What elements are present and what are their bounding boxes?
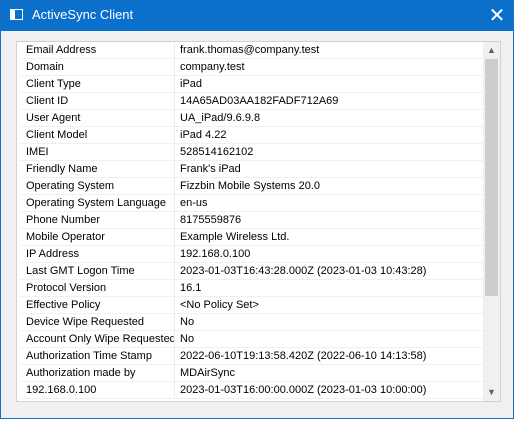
property-value: Frank's iPad [180,163,241,175]
property-row[interactable]: Email Address frank.thomas@company.test [20,42,485,59]
property-value: 2023-01-03T16:43:28.000Z (2023-01-03 10:… [180,265,427,277]
property-name: Protocol Version [26,282,107,294]
column-divider [174,178,175,194]
property-value: en-us [180,197,208,209]
property-value: 16.1 [180,282,202,294]
column-divider [174,59,175,75]
column-divider [174,263,175,279]
column-divider [174,212,175,228]
column-divider [174,195,175,211]
column-divider [174,144,175,160]
property-value: 528514162102 [180,146,254,158]
property-name: Client Model [26,129,88,141]
property-row[interactable]: Client Type iPad [20,76,485,93]
property-value: iPad 4.22 [180,129,227,141]
property-name: Friendly Name [26,163,98,175]
property-row[interactable]: Operating System Fizzbin Mobile Systems 2… [20,178,485,195]
column-divider [174,365,175,381]
property-row[interactable]: User Agent UA_iPad/9.6.9.8 [20,110,485,127]
column-divider [174,314,175,330]
property-name: Authorization Time Stamp [26,350,152,362]
property-name: Phone Number [26,214,100,226]
property-row[interactable]: Authorization made by MDAirSync [20,365,485,382]
property-name: Client Type [26,78,81,90]
column-divider [174,76,175,92]
property-value: company.test [180,61,245,73]
window-title: ActiveSync Client [32,7,134,22]
property-name: Last GMT Logon Time [26,265,135,277]
property-name: Account Only Wipe Requested [26,333,176,345]
property-value: frank.thomas@company.test [180,44,320,56]
close-icon[interactable]: ✕ [481,1,513,31]
scroll-down-icon[interactable]: ▼ [483,384,500,401]
activesync-client-window: ActiveSync Client ✕ Email Address frank.t… [0,0,514,419]
property-row[interactable]: Protocol Version 16.1 [20,280,485,297]
property-row[interactable]: Client Model iPad 4.22 [20,127,485,144]
column-divider [174,42,175,58]
property-name: Authorization made by [26,367,136,379]
window-app-icon [10,9,23,20]
column-divider [174,127,175,143]
column-divider [174,280,175,296]
property-row[interactable]: Authorization Time Stamp 2022-06-10T19:13… [20,348,485,365]
property-row[interactable]: Effective Policy <No Policy Set> [20,297,485,314]
column-divider [174,229,175,245]
column-divider [174,110,175,126]
property-value: <No Policy Set> [180,299,259,311]
property-value: 2023-01-03T16:00:00.000Z (2023-01-03 10:… [180,384,427,396]
column-divider [174,246,175,262]
property-row[interactable]: Phone Number 8175559876 [20,212,485,229]
column-divider [174,331,175,347]
scrollbar-thumb[interactable] [485,59,498,296]
property-row[interactable]: Friendly Name Frank's iPad [20,161,485,178]
property-name: Effective Policy [26,299,101,311]
property-row[interactable]: 192.168.0.100 2023-01-03T16:00:00.000Z (2… [20,382,485,399]
property-value: Example Wireless Ltd. [180,231,290,243]
property-row[interactable]: Domain company.test [20,59,485,76]
property-name: Operating System Language [26,197,167,209]
property-value: 8175559876 [180,214,242,226]
property-value: 2022-06-10T19:13:58.420Z (2022-06-10 14:… [180,350,427,362]
property-row[interactable]: Operating System Language en-us [20,195,485,212]
property-row[interactable]: Client ID 14A65AD03AA182FADF712A69 [20,93,485,110]
scroll-up-icon[interactable]: ▲ [483,42,500,59]
title-bar[interactable]: ActiveSync Client ✕ [1,1,513,31]
column-divider [174,297,175,313]
column-divider [174,382,175,398]
column-divider [174,93,175,109]
property-value: MDAirSync [180,367,236,379]
property-value: No [180,316,195,328]
property-row[interactable]: Account Only Wipe Requested No [20,331,485,348]
property-name: User Agent [26,112,81,124]
property-name: Mobile Operator [26,231,105,243]
property-row[interactable]: Last GMT Logon Time 2023-01-03T16:43:28.0… [20,263,485,280]
properties-list-panel[interactable]: Email Address frank.thomas@company.test D… [16,41,501,402]
property-row[interactable]: Device Wipe Requested No [20,314,485,331]
property-value: UA_iPad/9.6.9.8 [180,112,261,124]
property-name: Client ID [26,95,69,107]
property-value: Fizzbin Mobile Systems 20.0 [180,180,320,192]
property-value: No [180,333,195,345]
property-row[interactable]: Mobile Operator Example Wireless Ltd. [20,229,485,246]
column-divider [174,348,175,364]
property-name: IP Address [26,248,79,260]
property-name: IMEI [26,146,49,158]
property-row[interactable]: IMEI 528514162102 [20,144,485,161]
properties-list: Email Address frank.thomas@company.test D… [20,42,485,399]
property-name: Device Wipe Requested [26,316,145,328]
property-value: iPad [180,78,203,90]
property-value: 14A65AD03AA182FADF712A69 [180,95,339,107]
column-divider [174,161,175,177]
property-value: 192.168.0.100 [180,248,251,260]
property-name: Operating System [26,180,115,192]
property-name: Domain [26,61,64,73]
property-name: 192.168.0.100 [26,384,97,396]
property-row[interactable]: IP Address 192.168.0.100 [20,246,485,263]
vertical-scrollbar[interactable]: ▲ ▼ [483,42,500,401]
property-name: Email Address [26,44,97,56]
